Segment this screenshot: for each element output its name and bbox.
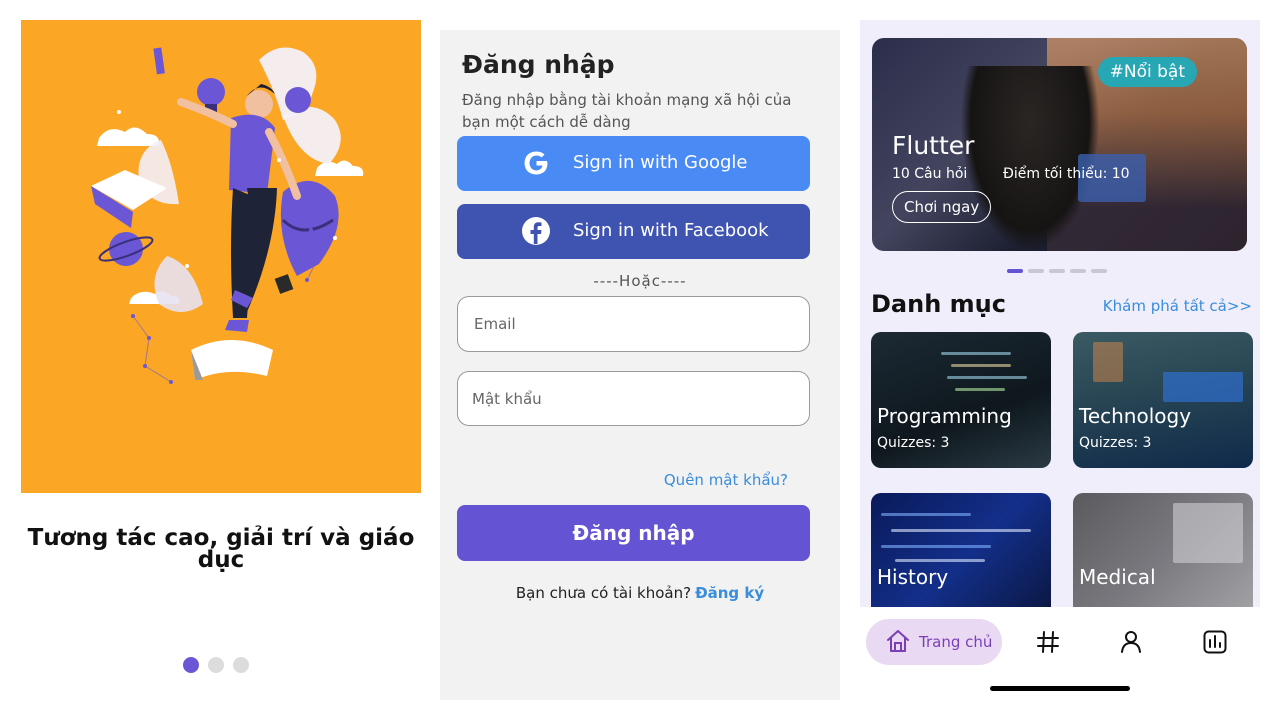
- facebook-signin-label: Sign in with Facebook: [573, 220, 769, 241]
- login-subtitle: Đăng nhập bằng tài khoản mạng xã hội của…: [462, 91, 792, 131]
- carousel-dot-3[interactable]: [1049, 269, 1065, 273]
- home-indicator: [990, 686, 1130, 691]
- category-quiz-count: Quizzes: 3: [1079, 435, 1152, 451]
- nav-home-label: Trang chủ: [919, 633, 993, 651]
- category-name: History: [877, 565, 949, 589]
- code-decoration: [895, 559, 985, 562]
- featured-question-count: 10 Câu hỏi: [892, 166, 968, 182]
- category-name: Medical: [1079, 565, 1156, 589]
- profile-icon[interactable]: [1118, 629, 1144, 655]
- category-quiz-count: Quizzes: 3: [877, 435, 950, 451]
- login-screen: Đăng nhập Đăng nhập bằng tài khoản mạng …: [440, 30, 840, 700]
- password-field[interactable]: Mật khẩu: [457, 371, 810, 426]
- code-decoration: [881, 545, 991, 548]
- page-dot-1[interactable]: [183, 657, 199, 673]
- carousel-dot-4[interactable]: [1070, 269, 1086, 273]
- code-decoration: [955, 388, 1005, 391]
- carousel-indicator[interactable]: [1007, 269, 1107, 273]
- carousel-dot-1[interactable]: [1007, 269, 1023, 273]
- login-title: Đăng nhập: [462, 50, 615, 79]
- carousel-dot-2[interactable]: [1028, 269, 1044, 273]
- google-icon: [524, 151, 548, 175]
- signup-link[interactable]: Đăng ký: [695, 584, 764, 602]
- home-screen: #Nổi bật Flutter 10 Câu hỏi Điểm tối thi…: [860, 20, 1260, 700]
- page-dot-2[interactable]: [208, 657, 224, 673]
- onboarding-screen: Tương tác cao, giải trí và giáo dục: [21, 20, 421, 700]
- signup-row: Bạn chưa có tài khoản? Đăng ký: [440, 584, 840, 602]
- onboarding-illustration: [21, 20, 421, 493]
- featured-quiz-card[interactable]: #Nổi bật Flutter 10 Câu hỏi Điểm tối thi…: [872, 38, 1247, 251]
- code-decoration: [941, 352, 1011, 355]
- hashtag-icon[interactable]: [1035, 629, 1061, 655]
- light-decoration: [1093, 342, 1123, 382]
- category-section-title: Danh mục: [871, 290, 1006, 318]
- featured-title: Flutter: [892, 131, 975, 160]
- page-dot-3[interactable]: [233, 657, 249, 673]
- code-decoration: [947, 376, 1027, 379]
- code-decoration: [881, 513, 971, 516]
- facebook-icon: [522, 217, 550, 245]
- carousel-dot-5[interactable]: [1091, 269, 1107, 273]
- code-decoration: [951, 364, 1011, 367]
- facebook-signin-button[interactable]: Sign in with Facebook: [457, 204, 810, 259]
- or-divider: ----Hoặc----: [593, 272, 687, 290]
- page-indicator[interactable]: [183, 657, 249, 673]
- category-name: Programming: [877, 404, 1012, 428]
- play-now-button[interactable]: Chơi ngay: [892, 191, 992, 223]
- no-account-text: Bạn chưa có tài khoản?: [515, 584, 692, 602]
- email-field[interactable]: Email: [457, 296, 810, 352]
- category-card-technology[interactable]: Technology Quizzes: 3: [1073, 332, 1253, 468]
- code-decoration: [891, 529, 1031, 532]
- screen-decoration: [1163, 372, 1243, 402]
- google-signin-label: Sign in with Google: [573, 152, 748, 173]
- category-name: Technology: [1079, 404, 1192, 428]
- google-signin-button[interactable]: Sign in with Google: [457, 136, 810, 191]
- bottom-navigation: Trang chủ: [860, 607, 1260, 700]
- featured-badge: #Nổi bật: [1097, 57, 1197, 87]
- forgot-password-link[interactable]: Quên mật khẩu?: [664, 471, 788, 489]
- see-all-link[interactable]: Khám phá tất cả>>: [1103, 297, 1252, 315]
- onboarding-title: Tương tác cao, giải trí và giáo dục: [27, 525, 415, 573]
- home-icon: [887, 630, 909, 652]
- leaderboard-icon[interactable]: [1202, 629, 1228, 655]
- screen-decoration: [1173, 503, 1243, 563]
- category-card-programming[interactable]: Programming Quizzes: 3: [871, 332, 1051, 468]
- nav-home-tab[interactable]: Trang chủ: [866, 619, 1002, 665]
- featured-min-score: Điểm tối thiểu: 10: [1003, 166, 1130, 182]
- login-button[interactable]: Đăng nhập: [457, 505, 810, 561]
